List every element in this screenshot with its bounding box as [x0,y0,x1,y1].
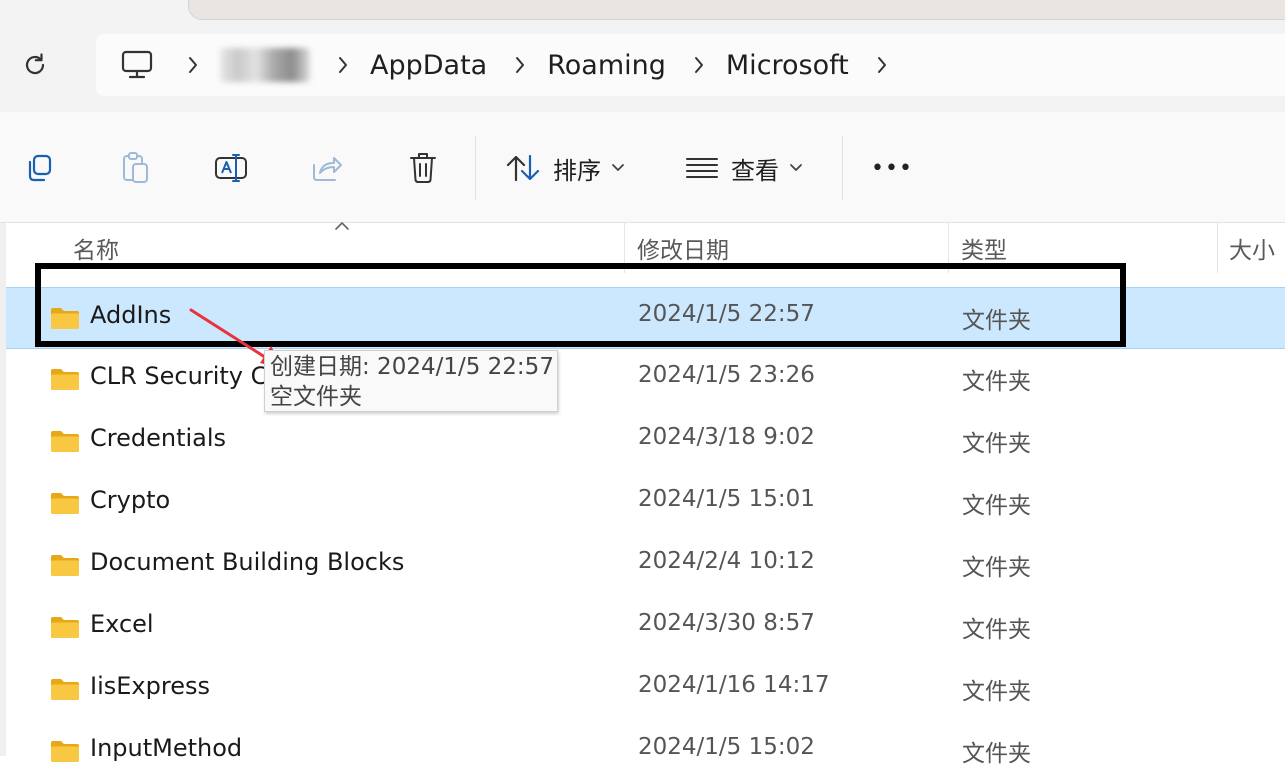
column-header-size[interactable]: 大小 [1229,223,1275,273]
view-list-icon [686,158,718,178]
folder-tooltip: 创建日期: 2024/1/5 22:57 空文件夹 [264,350,558,412]
breadcrumb-appdata[interactable]: AppData [370,50,487,81]
file-name: Crypto [90,486,171,514]
share-button[interactable] [306,144,348,192]
rename-button[interactable] [210,144,252,192]
sort-icon [506,154,540,182]
column-header-date[interactable]: 修改日期 [637,223,729,273]
file-name: Credentials [90,424,227,452]
address-bar[interactable]: AppData Roaming Microsoft [96,34,1285,96]
sort-label: 排序 [553,156,601,185]
chevron-right-icon[interactable] [690,56,708,74]
vertical-scrollbar[interactable] [0,223,6,756]
toolbar-separator [475,136,476,200]
share-icon [313,157,342,181]
column-divider[interactable] [1217,223,1218,273]
refresh-icon [25,53,45,75]
breadcrumb-roaming[interactable]: Roaming [547,50,666,81]
delete-button[interactable] [402,144,444,192]
file-type: 文件夹 [962,431,1031,457]
file-type: 文件夹 [962,741,1031,767]
file-name: InputMethod [90,734,243,762]
chevron-right-icon[interactable] [184,56,202,74]
column-header-type[interactable]: 类型 [961,223,1007,273]
folder-icon [51,741,79,762]
file-name: Excel [90,610,154,638]
file-date-modified: 2024/3/30 8:57 [638,610,815,636]
chevron-right-icon[interactable] [873,56,891,74]
refresh-button[interactable] [16,46,54,84]
tooltip-created-date: 创建日期: 2024/1/5 22:57 [270,354,554,380]
breadcrumb-microsoft[interactable]: Microsoft [726,50,849,81]
file-type: 文件夹 [962,617,1031,643]
view-button[interactable]: 查看 [685,144,803,192]
more-options-button[interactable]: ••• [870,144,914,192]
folder-icon [51,308,79,329]
chevron-down-icon [611,163,625,173]
file-type: 文件夹 [962,679,1031,705]
file-date-modified: 2024/1/5 23:26 [638,362,815,388]
sort-button[interactable]: 排序 [505,144,625,192]
file-type: 文件夹 [962,555,1031,581]
copy-button[interactable] [18,144,60,192]
copy-icon [28,154,52,182]
command-bar: 排序 查看 ••• [0,112,1285,223]
chevron-down-icon [789,163,803,173]
file-name: CLR Security Co [90,362,283,390]
file-row[interactable]: Document Building Blocks 2024/2/4 10:12 文件… [0,535,1285,597]
file-type: 文件夹 [962,308,1031,334]
file-name: IisExpress [90,672,210,700]
column-divider[interactable] [948,223,949,273]
file-type: 文件夹 [962,369,1031,395]
file-date-modified: 2024/1/5 15:01 [638,486,815,512]
file-row[interactable]: Credentials 2024/3/18 9:02 文件夹 [0,411,1285,473]
view-label: 查看 [731,156,779,185]
file-date-modified: 2024/3/18 9:02 [638,424,815,450]
file-list: 名称 修改日期 类型 大小 AddIns 2024/1/5 22:57 文件夹 CLR… [0,222,1285,767]
file-date-modified: 2024/1/5 22:57 [638,301,815,327]
toolbar-separator [842,136,843,200]
file-name: AddIns [90,301,172,329]
file-row[interactable]: AddIns 2024/1/5 22:57 文件夹 [0,287,1285,349]
rename-icon [215,154,247,182]
file-row[interactable]: Crypto 2024/1/5 15:01 文件夹 [0,473,1285,535]
file-row[interactable]: IisExpress 2024/1/16 14:17 文件夹 [0,659,1285,721]
tooltip-folder-status: 空文件夹 [270,384,362,410]
folder-icon [51,369,79,390]
folder-icon [51,679,79,700]
more-icon: ••• [871,155,913,181]
folder-icon [51,617,79,638]
paste-button[interactable] [114,144,156,192]
folder-icon [51,493,79,514]
breadcrumb-user-redacted[interactable] [220,48,310,82]
folder-icon [51,431,79,452]
computer-icon[interactable] [120,48,154,82]
tab-strip [188,0,1285,20]
address-area: AppData Roaming Microsoft [0,0,1285,112]
file-date-modified: 2024/2/4 10:12 [638,548,815,574]
file-row[interactable]: CLR Security Co 2024/1/5 23:26 文件夹 [0,349,1285,411]
column-header-name[interactable]: 名称 [73,223,119,273]
file-row[interactable]: Excel 2024/3/30 8:57 文件夹 [0,597,1285,659]
folder-icon [51,555,79,576]
file-name: Document Building Blocks [90,548,405,576]
chevron-right-icon[interactable] [511,56,529,74]
chevron-right-icon[interactable] [334,56,352,74]
file-date-modified: 2024/1/16 14:17 [638,672,830,698]
sort-ascending-icon [335,222,349,230]
file-row[interactable]: InputMethod 2024/1/5 15:02 文件夹 [0,721,1285,783]
file-type: 文件夹 [962,493,1031,519]
column-divider[interactable] [624,223,625,273]
paste-icon [123,152,148,183]
trash-icon [410,153,436,183]
file-date-modified: 2024/1/5 15:02 [638,734,815,760]
